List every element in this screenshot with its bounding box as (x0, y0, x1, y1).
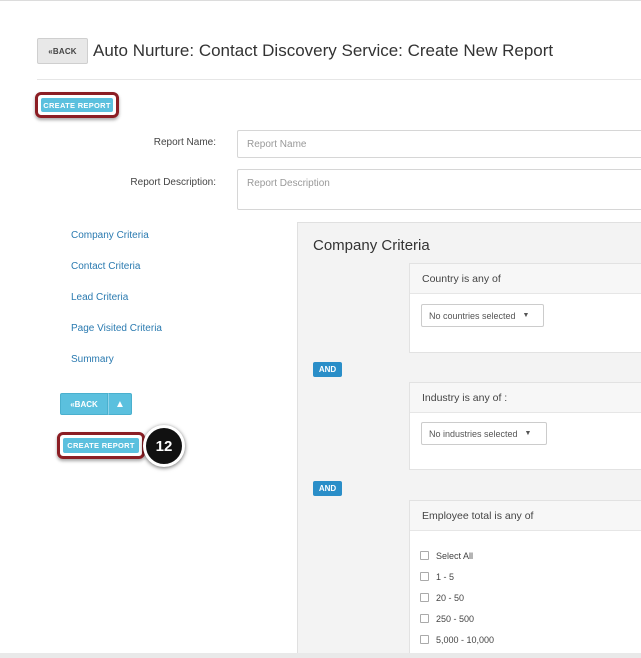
employee-option-label: 5,000 - 10,000 (436, 634, 495, 645)
employee-option-250-500[interactable]: 250 - 500 (420, 608, 494, 629)
and-badge: AND (313, 481, 342, 496)
country-criteria-heading: Country is any of (410, 264, 641, 294)
sidenav-back-button[interactable]: «BACK (60, 393, 108, 415)
page-header: «BACK Auto Nurture: Contact Discovery Se… (37, 37, 553, 65)
employee-options-list: Select All 1 - 5 20 - 50 250 - 500 5,000… (420, 545, 494, 650)
country-dropdown-value: No countries selected (429, 310, 516, 321)
checkbox[interactable] (420, 635, 429, 644)
report-description-textarea[interactable]: Report Description (237, 169, 641, 210)
country-dropdown[interactable]: No countries selected ▼ (421, 304, 544, 327)
page-title: Auto Nurture: Contact Discovery Service:… (93, 41, 554, 60)
sidenav-item-summary[interactable]: Summary (71, 354, 162, 385)
create-report-button-top[interactable]: CREATE REPORT (41, 98, 113, 112)
employee-option-select-all[interactable]: Select All (420, 545, 494, 566)
employee-criteria-heading: Employee total is any of (410, 501, 641, 531)
report-name-input[interactable]: Report Name (237, 130, 641, 158)
industry-dropdown[interactable]: No industries selected ▼ (421, 422, 547, 445)
header-divider (37, 79, 641, 80)
company-criteria-panel: Company Criteria Country is any of No co… (297, 222, 641, 658)
caret-down-icon: ▼ (524, 430, 532, 437)
sidenav-item-page-visited-criteria[interactable]: Page Visited Criteria (71, 323, 162, 354)
sidenav-item-lead-criteria[interactable]: Lead Criteria (71, 292, 162, 323)
employee-option-label: 20 - 50 (436, 592, 465, 603)
arrow-up-icon: ▲ (115, 398, 125, 410)
create-report-button-side[interactable]: CREATE REPORT (63, 438, 139, 453)
panel-title: Company Criteria (313, 237, 430, 254)
step-number-badge: 12 (143, 425, 185, 467)
employee-option-5000-10000[interactable]: 5,000 - 10,000 (420, 629, 494, 650)
scroll-up-button[interactable]: ▲ (108, 393, 132, 415)
create-report-highlight-side: CREATE REPORT (57, 432, 145, 459)
criteria-sidenav: Company Criteria Contact Criteria Lead C… (71, 230, 162, 385)
industry-criteria-heading: Industry is any of : (410, 383, 641, 413)
country-criteria-box: Country is any of No countries selected … (409, 263, 641, 353)
and-badge: AND (313, 362, 342, 377)
employee-option-label: Select All (436, 550, 474, 561)
checkbox[interactable] (420, 572, 429, 581)
checkbox[interactable] (420, 614, 429, 623)
report-name-label: Report Name: (153, 137, 216, 148)
top-border (0, 0, 641, 1)
employee-criteria-box: Employee total is any of Select All 1 - … (409, 500, 641, 658)
employee-option-1-5[interactable]: 1 - 5 (420, 566, 494, 587)
nav-button-group: «BACK ▲ (60, 393, 132, 415)
employee-option-label: 250 - 500 (436, 613, 475, 624)
employee-option-20-50[interactable]: 20 - 50 (420, 587, 494, 608)
sidenav-item-contact-criteria[interactable]: Contact Criteria (71, 261, 162, 292)
caret-down-icon: ▼ (522, 312, 530, 319)
sidenav-item-company-criteria[interactable]: Company Criteria (71, 230, 162, 261)
bottom-scroll-area (0, 653, 641, 658)
industry-dropdown-value: No industries selected (429, 428, 518, 439)
checkbox[interactable] (420, 593, 429, 602)
industry-criteria-box: Industry is any of : No industries selec… (409, 382, 641, 470)
employee-option-label: 1 - 5 (436, 571, 455, 582)
checkbox[interactable] (420, 551, 429, 560)
create-report-highlight-top: CREATE REPORT (35, 92, 119, 118)
report-description-label: Report Description: (130, 177, 216, 188)
back-button[interactable]: «BACK (37, 38, 88, 64)
